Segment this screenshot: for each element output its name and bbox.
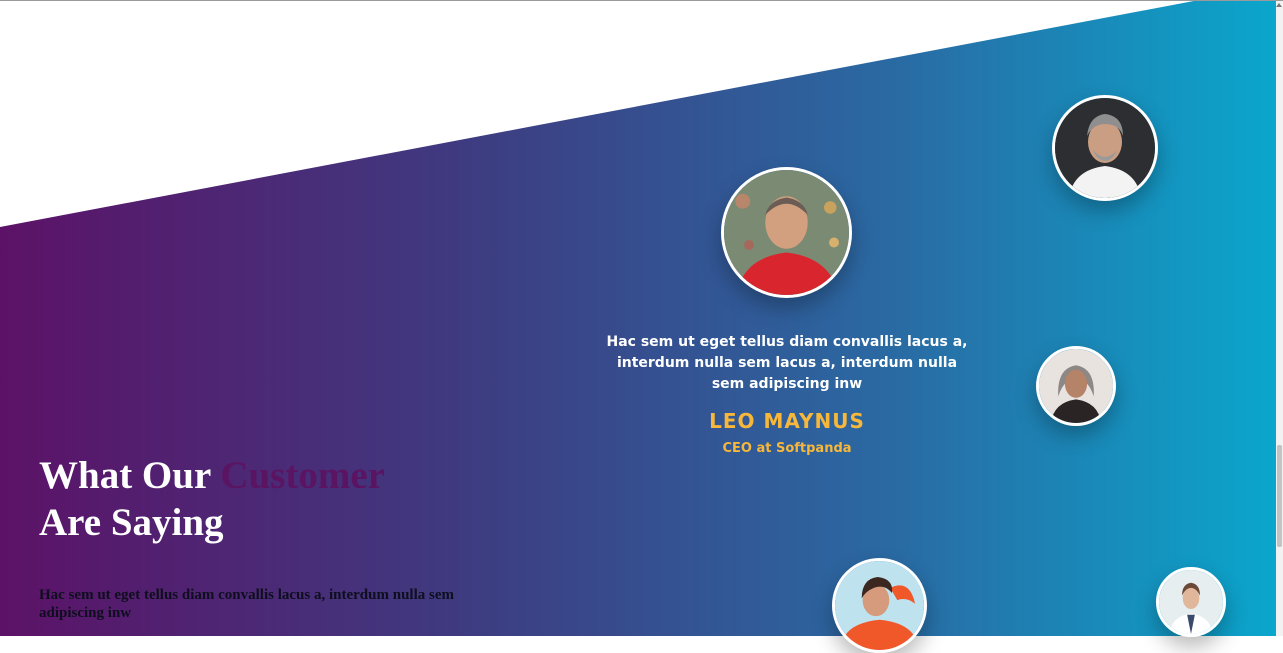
avatar-customer-2[interactable] — [1036, 346, 1116, 426]
active-testimonial: Hac sem ut eget tellus diam convallis la… — [602, 332, 972, 456]
window-top-border — [0, 0, 1283, 1]
avatar-customer-4[interactable] — [1156, 567, 1226, 637]
scroll-up-arrow-icon[interactable] — [1276, 3, 1282, 7]
avatar-customer-1[interactable] — [1052, 95, 1158, 201]
section-heading: What Our Customer Are Saying — [39, 452, 385, 546]
page-scrollbar[interactable] — [1276, 0, 1283, 636]
testimonial-role: CEO at Softpanda — [722, 441, 852, 456]
heading-accent-word: Customer — [220, 454, 385, 497]
section-lead-text: Hac sem ut eget tellus diam convallis la… — [39, 587, 454, 621]
portrait-image — [1039, 349, 1113, 423]
portrait-image — [1055, 98, 1155, 198]
portrait-image — [724, 170, 849, 295]
avatar-customer-3[interactable] — [832, 558, 927, 653]
portrait-image — [835, 561, 924, 650]
heading-part-1: What Our — [39, 454, 221, 497]
testimonial-quote: Hac sem ut eget tellus diam convallis la… — [606, 334, 968, 392]
avatar-leo-maynus[interactable] — [721, 167, 852, 298]
scrollbar-thumb[interactable] — [1277, 445, 1282, 547]
testimonial-name: LEO MAYNUS — [709, 409, 865, 433]
portrait-image — [1159, 570, 1223, 634]
heading-part-2: Are Saying — [39, 501, 224, 544]
